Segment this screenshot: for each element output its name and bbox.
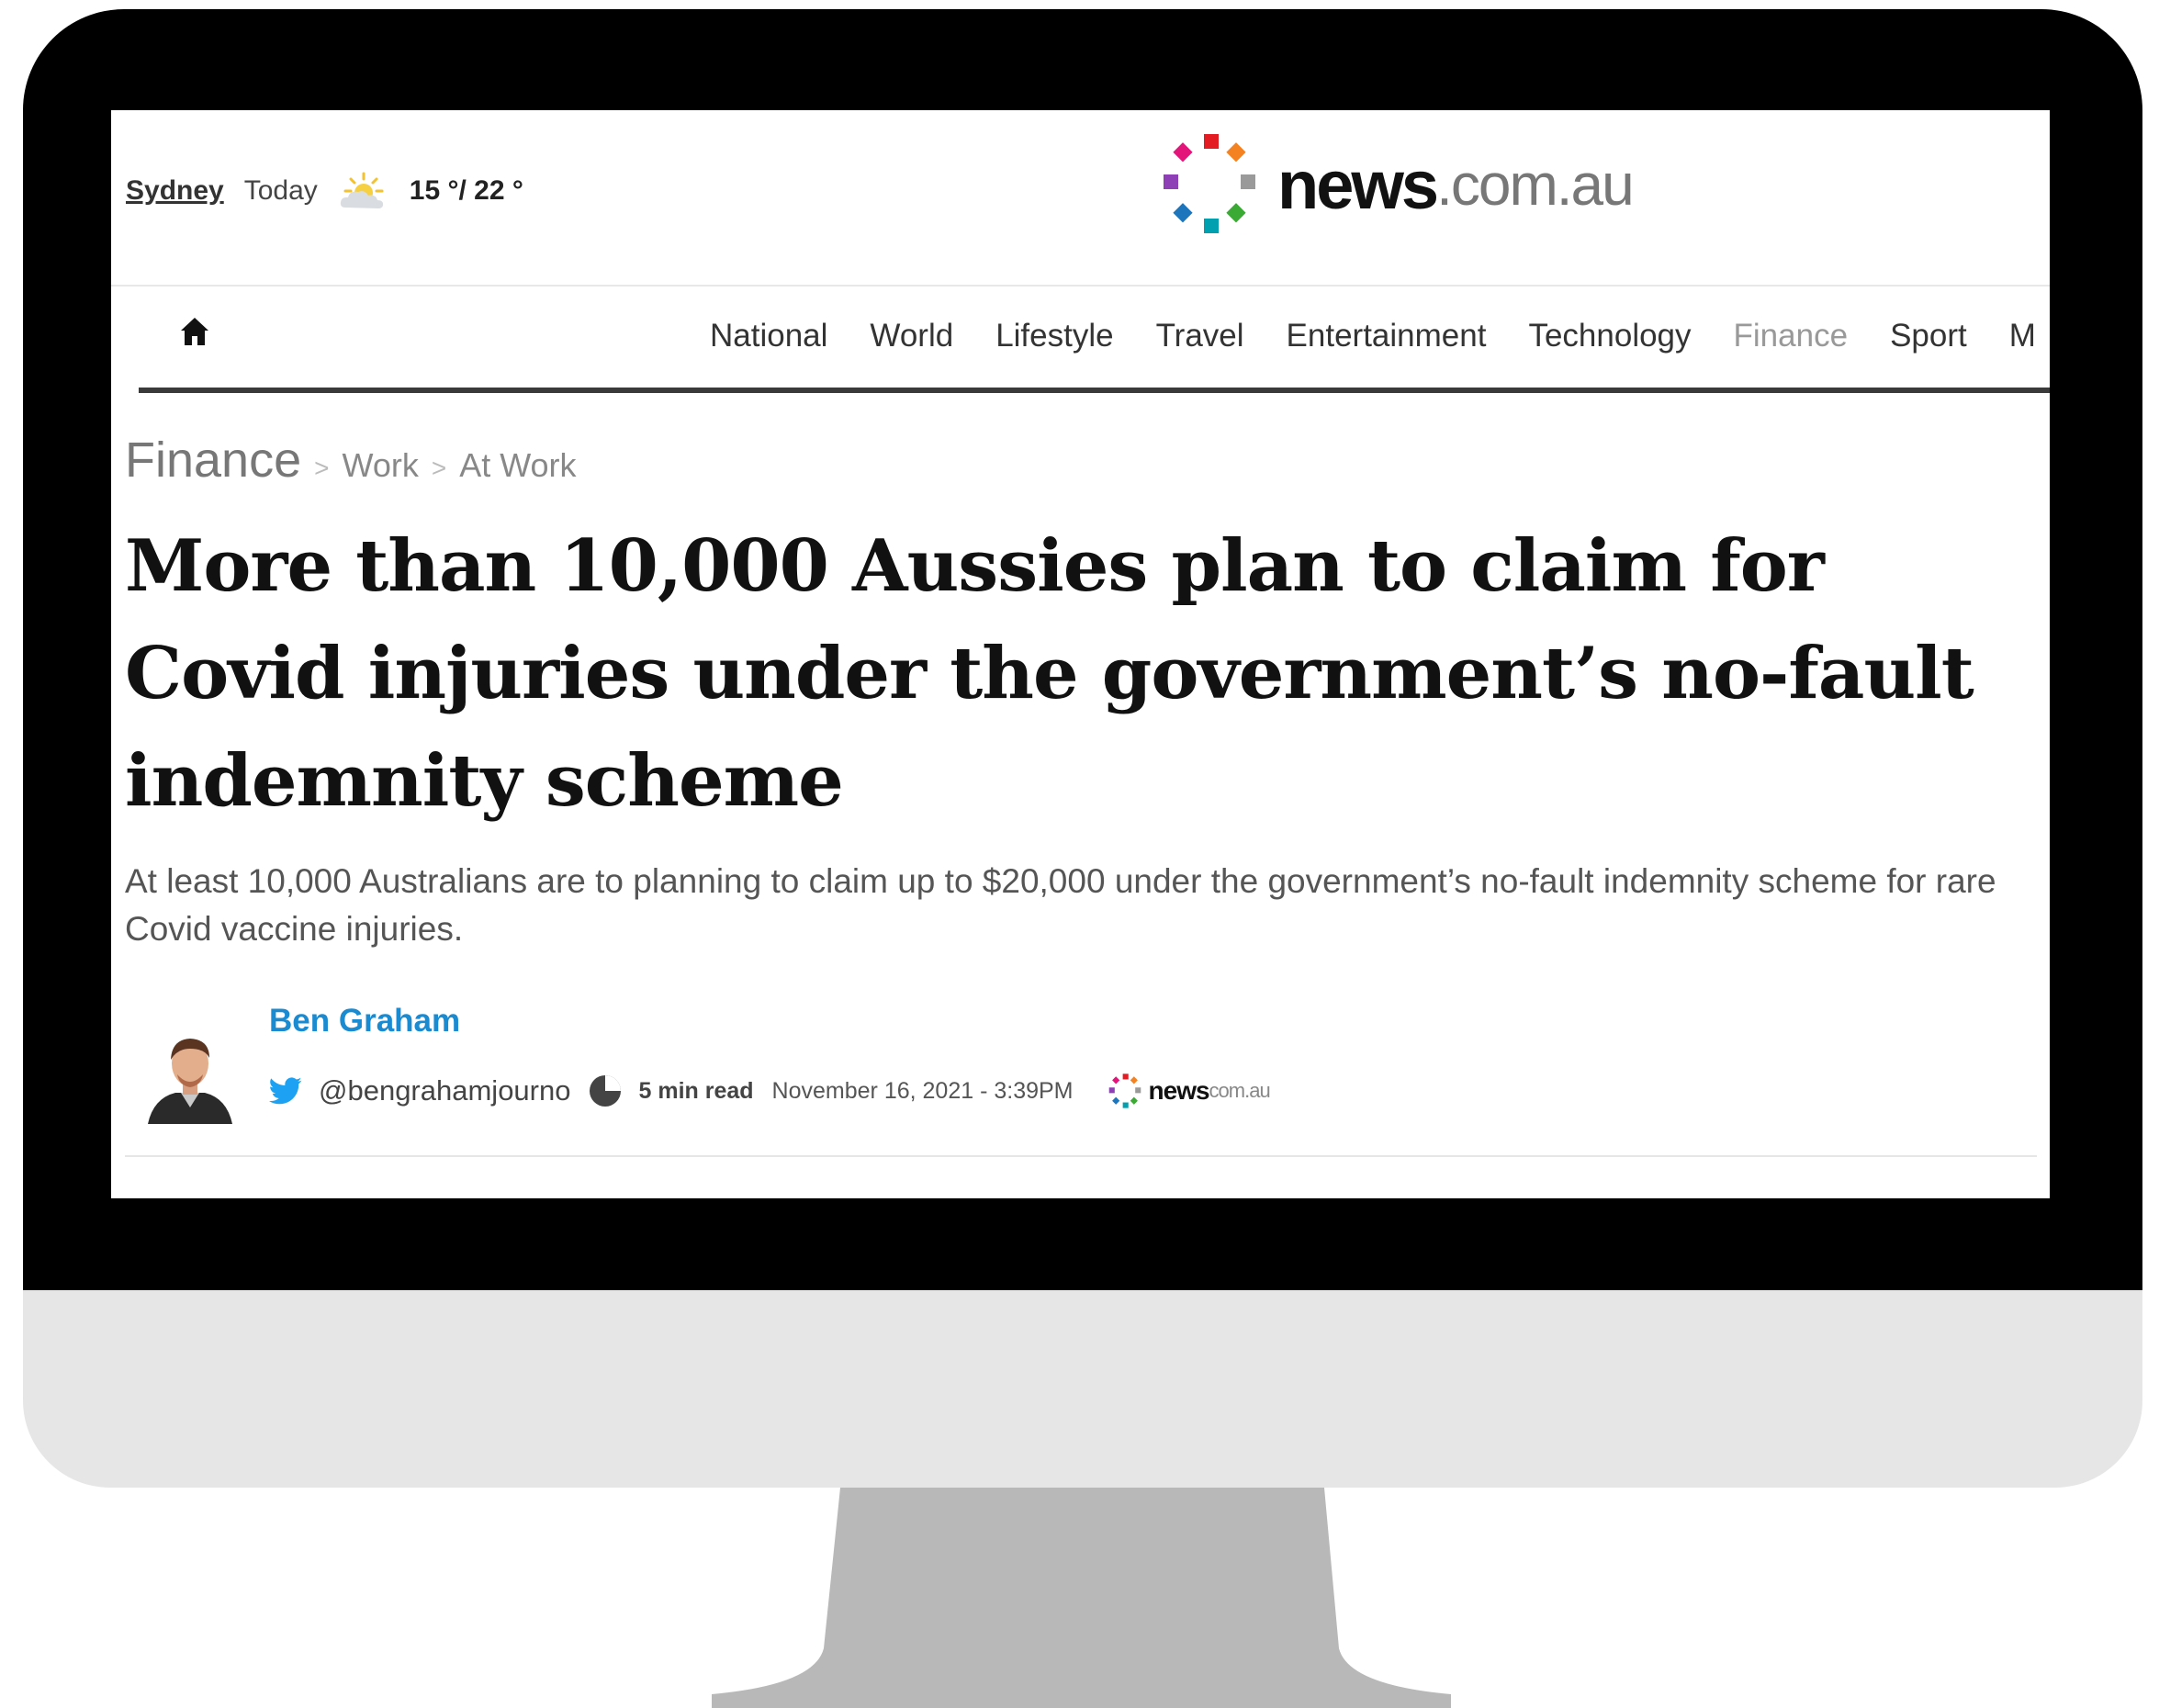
article-standfirst: At least 10,000 Australians are to plann…: [125, 862, 1996, 948]
partly-cloudy-icon: [340, 172, 384, 208]
twitter-handle-link[interactable]: @bengrahamjourno: [319, 1074, 570, 1107]
nav-item-entertainment[interactable]: Entertainment: [1287, 318, 1487, 354]
logo-domain: .com.au: [1436, 152, 1635, 218]
main-nav: National World Lifestyle Travel Entertai…: [710, 318, 2050, 354]
nav-item-world[interactable]: World: [870, 318, 953, 354]
nav-item-national[interactable]: National: [710, 318, 827, 354]
monitor-stand: [712, 1488, 1451, 1708]
logo-dots-icon: [1164, 134, 1255, 233]
twitter-icon[interactable]: [269, 1077, 302, 1105]
source-logo-dots-icon: [1108, 1073, 1141, 1108]
breadcrumb-separator: >: [314, 454, 330, 482]
nav-item-lifestyle[interactable]: Lifestyle: [995, 318, 1113, 354]
publish-date: November 16, 2021 - 3:39PM: [771, 1077, 1074, 1104]
logo-wordmark: news: [1277, 146, 1439, 223]
breadcrumb: Finance > Work > At Work: [125, 432, 577, 489]
monitor-chin: [23, 1290, 2142, 1488]
breadcrumb-section[interactable]: Finance: [125, 432, 301, 489]
nav-item-more[interactable]: M: [2009, 318, 2036, 354]
site-logo[interactable]: news .com.au: [1156, 130, 1635, 239]
author-name-link[interactable]: Ben Graham: [269, 1003, 460, 1039]
breadcrumb-item-work[interactable]: Work: [342, 446, 418, 485]
nav-item-sport[interactable]: Sport: [1890, 318, 1967, 354]
author-avatar[interactable]: [144, 1028, 236, 1125]
nav-top-divider: [111, 285, 2050, 287]
browser-viewport: Sydney Today 15 °/ 22 ° news.com.au Nati…: [111, 110, 2050, 1198]
clock-icon: [590, 1075, 622, 1107]
byline-divider: [125, 1155, 2037, 1157]
nav-item-finance[interactable]: Finance: [1734, 318, 1849, 354]
weather-day: Today: [243, 175, 318, 206]
home-icon[interactable]: [178, 315, 211, 348]
breadcrumb-separator: >: [431, 454, 447, 482]
source-logo[interactable]: news com.au: [1107, 1073, 1271, 1109]
article-meta: @bengrahamjourno 5 min read November 16,…: [269, 1073, 1271, 1109]
source-logo-domain: com.au: [1209, 1079, 1271, 1102]
weather-widget: Sydney Today 15 °/ 22 °: [126, 171, 523, 211]
breadcrumb-item-at-work[interactable]: At Work: [459, 446, 576, 485]
source-logo-word: news: [1148, 1076, 1210, 1105]
article-headline: More than 10,000 Aussies plan to claim f…: [125, 524, 1974, 823]
nav-item-technology[interactable]: Technology: [1528, 318, 1691, 354]
weather-temperatures: 15 °/ 22 °: [409, 175, 523, 206]
read-time: 5 min read: [638, 1077, 754, 1104]
weather-city-link[interactable]: Sydney: [126, 175, 224, 207]
nav-item-travel[interactable]: Travel: [1156, 318, 1244, 354]
nav-bottom-rule: [139, 388, 2050, 393]
